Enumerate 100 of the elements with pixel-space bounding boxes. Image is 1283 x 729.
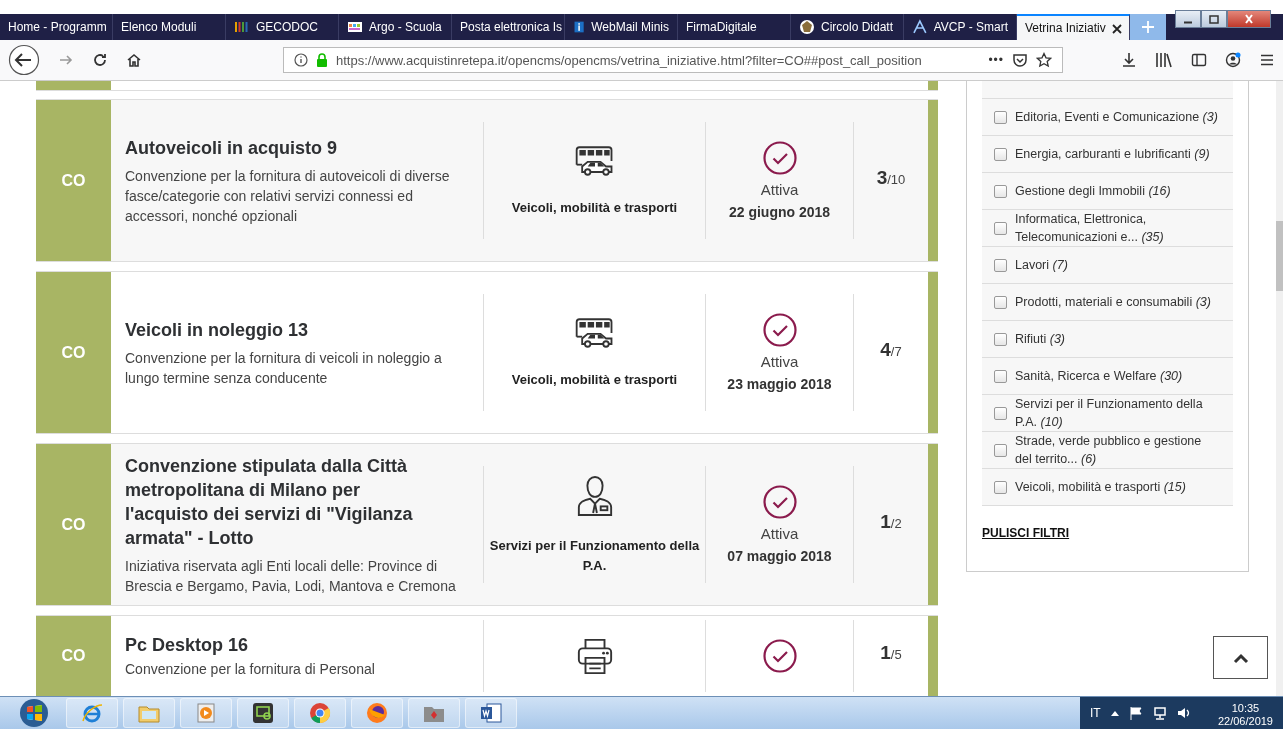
speaker-icon[interactable] <box>1176 706 1191 720</box>
filter-option[interactable]: Lavori (7) <box>982 247 1233 284</box>
status-date: 22 giugno 2018 <box>728 204 831 220</box>
filter-label: Informatica, Elettronica, Telecomunicazioni e... (35) <box>1015 211 1165 246</box>
check-circle-icon <box>762 141 797 175</box>
chrome-icon <box>308 701 332 725</box>
home-icon[interactable] <box>126 52 142 68</box>
checkbox[interactable] <box>994 295 1007 309</box>
checkbox[interactable] <box>994 147 1007 161</box>
filter-option[interactable]: Servizi per il Funzionamento della P.A. (10) <box>982 395 1233 432</box>
filter-option[interactable]: Sanità, Ricerca e Welfare (30) <box>982 358 1233 395</box>
check-circle-icon <box>762 485 797 519</box>
category-label: Veicoli, mobilità e trasporti <box>511 198 678 217</box>
checkbox[interactable] <box>994 258 1007 272</box>
minimize-button[interactable] <box>1175 10 1201 28</box>
clear-filters-link[interactable]: PULISCI FILTRI <box>982 526 1070 540</box>
language-indicator[interactable]: IT <box>1090 706 1101 720</box>
taskbar-clock[interactable]: 10:35 22/06/2019 <box>1217 698 1273 728</box>
initiative-description: Iniziativa riservata agli Enti locali delle: Province di Brescia e Bergamo, Pavia, Lodi, Mantova e Cremona <box>125 556 457 596</box>
accent-strip <box>928 81 938 90</box>
taskbar-button[interactable] <box>237 698 289 728</box>
initiative-type: CO <box>36 272 111 433</box>
checkbox[interactable] <box>994 480 1007 494</box>
clock-date: 22/06/2019 <box>1217 715 1273 728</box>
close-icon[interactable] <box>1111 23 1122 34</box>
download-icon[interactable] <box>1121 52 1137 68</box>
checkbox[interactable] <box>994 406 1007 420</box>
filter-option[interactable]: Informatica, Elettronica, Telecomunicazioni e... (35) <box>982 210 1233 247</box>
checkbox[interactable] <box>994 110 1007 124</box>
browser-tab[interactable]: Vetrina Iniziativ <box>1017 14 1130 40</box>
plus-icon <box>1141 19 1155 34</box>
checkbox[interactable] <box>994 443 1007 457</box>
filter-option[interactable]: Prodotti, materiali e consumabili (3) <box>982 284 1233 321</box>
media-player-icon <box>194 701 218 725</box>
initiative-title[interactable]: Pc Desktop 16 <box>125 633 445 657</box>
checkbox[interactable] <box>994 221 1007 235</box>
checkbox[interactable] <box>994 332 1007 346</box>
filter-option[interactable]: Editoria, Eventi e Comunicazione (3) <box>982 99 1233 136</box>
sidebar-icon[interactable] <box>1191 52 1207 68</box>
lot-count: 1/5 <box>880 642 902 664</box>
caret-up-icon <box>1232 651 1249 664</box>
filter-label: Lavori (7) <box>1015 257 1068 274</box>
scrollbar-thumb[interactable] <box>1276 221 1283 291</box>
status-date: 23 maggio 2018 <box>727 376 832 392</box>
initiative-description: Convenzione per la fornitura di veicoli in noleggio a lungo termine senza conducente <box>125 348 443 388</box>
filter-option[interactable]: Rifiuti (3) <box>982 321 1233 358</box>
filter-label: Rifiuti (3) <box>1015 331 1065 348</box>
category-label: Servizi per il Funzionamento della P.A. <box>488 536 701 575</box>
back-icon[interactable] <box>8 44 40 76</box>
status-label: Attiva <box>760 353 799 370</box>
close-button[interactable] <box>1227 10 1271 28</box>
bars-icon <box>234 19 250 35</box>
category-label: Veicoli, mobilità e trasporti <box>511 370 678 389</box>
filter-label: Servizi per il Funzionamento della P.A. (10) <box>1015 396 1204 431</box>
minimize-icon <box>1184 20 1192 24</box>
filter-option[interactable]: Veicoli, mobilità e trasporti (15) <box>982 469 1233 506</box>
status-label: Attiva <box>760 181 799 198</box>
emblem-icon <box>799 19 815 35</box>
info-icon[interactable] <box>294 53 308 67</box>
printer-icon <box>575 637 614 675</box>
lot-count: 3/10 <box>876 166 906 189</box>
library-icon[interactable] <box>1155 52 1173 68</box>
word-icon <box>479 701 503 725</box>
close-icon <box>1245 13 1253 24</box>
network-icon[interactable] <box>1152 706 1167 720</box>
filter-option[interactable]: Gestione degli Immobili (16) <box>982 173 1233 210</box>
status-label: Attiva <box>760 525 799 542</box>
show-hidden-icons-icon[interactable] <box>1110 710 1119 716</box>
flag-icon[interactable] <box>1128 706 1143 720</box>
url-text: https://www.acquistinretepa.it/opencms/opencms/vetrina_iniziative.html?filter=CO##post_call_position <box>336 52 923 68</box>
check-circle-icon <box>762 639 797 673</box>
page-actions-icon[interactable]: ••• <box>988 53 1004 67</box>
initiative-title[interactable]: Autoveicoli in acquisto 9 <box>125 135 445 160</box>
lock-icon <box>316 53 328 67</box>
taskbar-button[interactable] <box>351 698 403 728</box>
reload-icon[interactable] <box>92 52 108 68</box>
checkbox[interactable] <box>994 184 1007 198</box>
filter-option[interactable]: Strade, verde pubblico e gestione del territo... (6) <box>982 432 1233 469</box>
firefox-icon <box>365 701 389 725</box>
maximize-icon <box>1209 14 1219 24</box>
menu-icon[interactable] <box>1259 52 1275 68</box>
filter-label: Editoria, Eventi e Comunicazione (3) <box>1015 109 1218 126</box>
address-bar[interactable]: https://www.acquistinretepa.it/opencms/opencms/vetrina_iniziative.html?filter=CO##post_call_position ••• <box>283 47 1063 73</box>
checkbox[interactable] <box>994 369 1007 383</box>
account-icon[interactable] <box>1225 52 1241 68</box>
tiles-icon <box>347 19 363 35</box>
taskbar-button[interactable] <box>465 698 517 728</box>
person-with-tie-icon <box>575 473 614 516</box>
peak-icon <box>912 19 928 35</box>
initiative-type: CO <box>36 444 111 605</box>
initiative-title[interactable]: Convenzione stipulata dalla Città metropolitana di Milano per l'acquisto dei servizi di "Vigilanza armata" - Lotto <box>125 453 445 550</box>
initiative-type: CO <box>36 100 111 261</box>
scroll-to-top-button[interactable] <box>1213 636 1268 679</box>
filter-option[interactable]: Energia, carburanti e lubrificanti (9) <box>982 136 1233 173</box>
maximize-button[interactable] <box>1201 10 1227 28</box>
pocket-icon[interactable] <box>1012 52 1028 68</box>
initiative-title[interactable]: Veicoli in noleggio 13 <box>125 317 445 342</box>
bookmark-star-icon[interactable] <box>1036 52 1052 68</box>
check-circle-icon <box>762 313 797 347</box>
remote-app-icon <box>251 701 275 725</box>
